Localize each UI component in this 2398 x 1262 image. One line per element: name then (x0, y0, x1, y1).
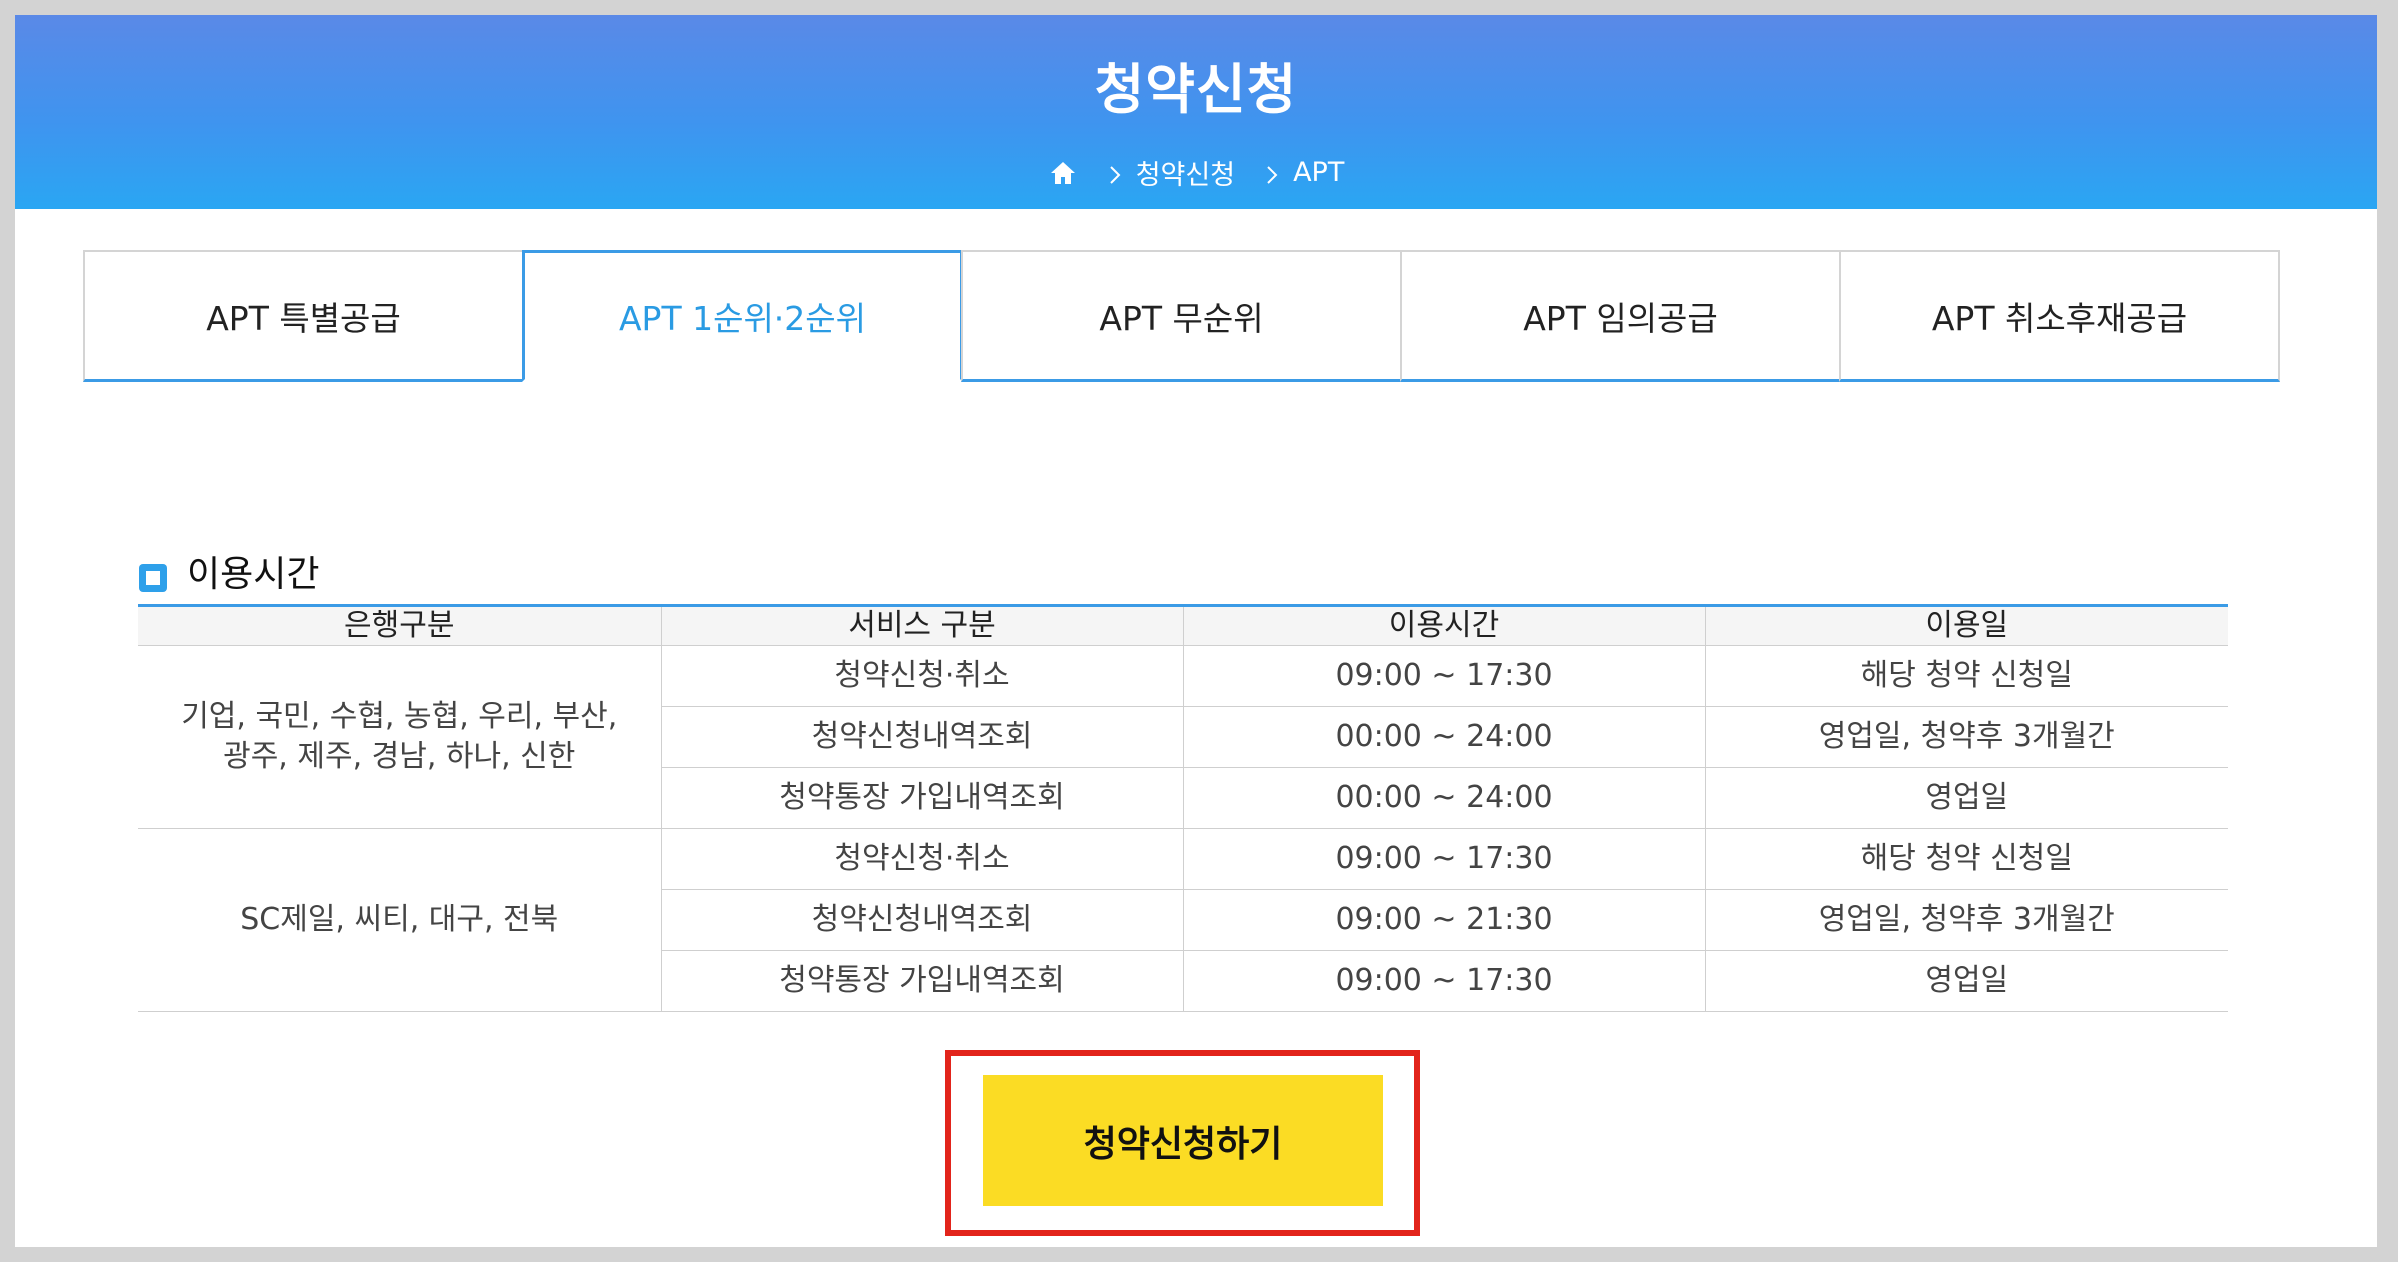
header-service: 서비스 구분 (660, 605, 1183, 646)
time-cell: 09:00 ~ 17:30 (1182, 950, 1705, 1012)
service-cell: 청약통장 가입내역조회 (660, 767, 1183, 829)
chevron-right-icon (1261, 162, 1283, 184)
table-row: 기업, 국민, 수협, 농협, 우리, 부산, 광주, 제주, 경남, 하나, … (138, 645, 2228, 829)
square-bullet-icon (139, 564, 167, 592)
table-header-row: 은행구분 서비스 구분 이용시간 이용일 (138, 605, 2228, 646)
days-cell: 영업일, 청약후 3개월간 (1704, 706, 2228, 768)
page-header: 청약신청 청약신청 APT (15, 15, 2377, 209)
section-title-text: 이용시간 (187, 554, 320, 595)
bank-group-cell: 기업, 국민, 수협, 농협, 우리, 부산, 광주, 제주, 경남, 하나, … (138, 645, 661, 829)
header-time: 이용시간 (1182, 605, 1705, 646)
days-cell: 해당 청약 신청일 (1704, 645, 2228, 707)
days-cell: 영업일 (1704, 950, 2228, 1012)
breadcrumb: 청약신청 APT (15, 153, 2377, 192)
table-row: SC제일, 씨티, 대구, 전북 청약신청·취소 09:00 ~ 17:30 해… (138, 828, 2228, 1012)
breadcrumb-item-apply[interactable]: 청약신청 (1136, 153, 1235, 192)
bank-line: 기업, 국민, 수협, 농협, 우리, 부산, (181, 699, 618, 734)
apply-button[interactable]: 청약신청하기 (983, 1075, 1383, 1206)
time-cell: 09:00 ~ 17:30 (1182, 828, 1705, 890)
chevron-right-icon (1104, 162, 1126, 184)
days-cell: 영업일 (1704, 767, 2228, 829)
time-cell: 00:00 ~ 24:00 (1182, 767, 1705, 829)
home-icon[interactable] (1048, 158, 1078, 188)
tab-apt-resupply[interactable]: APT 취소후재공급 (1839, 250, 2280, 382)
days-cell: 해당 청약 신청일 (1704, 828, 2228, 890)
service-cell: 청약신청·취소 (660, 828, 1183, 890)
page: 청약신청 청약신청 APT APT 특별공급 APT 1순위·2순위 APT 무… (15, 15, 2377, 1247)
bank-line: SC제일, 씨티, 대구, 전북 (240, 902, 559, 937)
service-cell: 청약통장 가입내역조회 (660, 950, 1183, 1012)
bank-line: 광주, 제주, 경남, 하나, 신한 (223, 739, 576, 774)
time-cell: 00:00 ~ 24:00 (1182, 706, 1705, 768)
header-days: 이용일 (1704, 605, 2228, 646)
service-cell: 청약신청내역조회 (660, 889, 1183, 951)
usage-time-table: 은행구분 서비스 구분 이용시간 이용일 기업, 국민, 수협, 농협, 우리,… (138, 604, 2228, 1012)
tab-bar: APT 특별공급 APT 1순위·2순위 APT 무순위 APT 임의공급 AP… (83, 250, 2283, 382)
tab-apt-special[interactable]: APT 특별공급 (83, 250, 524, 382)
tab-apt-voluntary[interactable]: APT 임의공급 (1400, 250, 1841, 382)
service-cell: 청약신청내역조회 (660, 706, 1183, 768)
page-title: 청약신청 (1094, 58, 1298, 121)
days-cell: 영업일, 청약후 3개월간 (1704, 889, 2228, 951)
bank-group-cell: SC제일, 씨티, 대구, 전북 (138, 828, 661, 1012)
time-cell: 09:00 ~ 17:30 (1182, 645, 1705, 707)
section-title-usage-time: 이용시간 (139, 545, 319, 597)
header-bank: 은행구분 (138, 605, 661, 646)
time-cell: 09:00 ~ 21:30 (1182, 889, 1705, 951)
breadcrumb-item-apt[interactable]: APT (1293, 157, 1344, 188)
service-cell: 청약신청·취소 (660, 645, 1183, 707)
tab-apt-rank-1-2[interactable]: APT 1순위·2순위 (522, 250, 963, 382)
tab-apt-no-rank[interactable]: APT 무순위 (961, 250, 1402, 382)
